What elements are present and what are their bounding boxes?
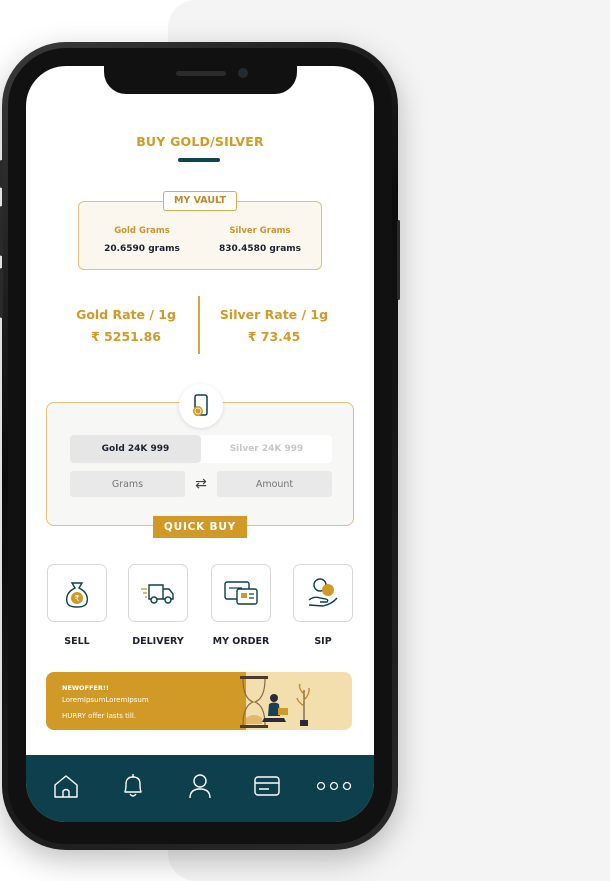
my-order-tile[interactable] bbox=[211, 564, 271, 622]
orders-icon bbox=[224, 581, 258, 605]
silver-rate: Silver Rate / 1g ₹ 73.45 bbox=[199, 307, 349, 344]
amount-input[interactable] bbox=[217, 471, 332, 497]
front-camera bbox=[238, 68, 248, 78]
page-title: BUY GOLD/SILVER bbox=[136, 134, 264, 149]
bell-icon[interactable] bbox=[113, 766, 153, 806]
silver-rate-label: Silver Rate / 1g bbox=[219, 307, 329, 322]
profile-icon[interactable] bbox=[180, 766, 220, 806]
gold-rate-value: ₹ 5251.86 bbox=[91, 329, 161, 344]
delivery-label: DELIVERY bbox=[132, 636, 184, 647]
quick-buy-button[interactable]: QUICK BUY bbox=[153, 516, 247, 538]
offer-title: NEWOFFER!! bbox=[62, 684, 109, 692]
phone-button bbox=[0, 268, 3, 318]
vault-card: Gold Grams 20.6590 grams Silver Grams 83… bbox=[78, 201, 322, 270]
svg-text:₹: ₹ bbox=[74, 594, 79, 603]
offer-subtitle: LoremIpsumLoremIpsum bbox=[62, 696, 149, 704]
my-order-label: MY ORDER bbox=[212, 636, 270, 647]
money-bag-rupee-icon: ₹ bbox=[65, 582, 89, 608]
phone-button bbox=[397, 220, 400, 300]
gold-grams-label: Gold Grams bbox=[114, 226, 170, 236]
hand-coins-icon bbox=[308, 578, 338, 607]
grams-input[interactable] bbox=[70, 471, 185, 497]
bottom-nav bbox=[26, 755, 374, 822]
speaker-grille bbox=[176, 71, 226, 76]
gold-rate: Gold Rate / 1g ₹ 5251.86 bbox=[51, 307, 201, 344]
swap-icon[interactable]: ⇄ bbox=[189, 476, 213, 492]
wallet-icon[interactable] bbox=[247, 766, 287, 806]
vault-silver: Silver Grams 830.4580 grams bbox=[205, 226, 315, 254]
hourglass-illustration bbox=[240, 676, 310, 728]
tab-gold[interactable]: Gold 24K 999 bbox=[70, 435, 201, 463]
more-icon[interactable] bbox=[314, 766, 354, 806]
gold-rate-label: Gold Rate / 1g bbox=[76, 307, 176, 322]
action-my-order[interactable]: MY ORDER bbox=[211, 564, 271, 647]
metal-tabs: Gold 24K 999 Silver 24K 999 bbox=[70, 435, 332, 463]
tab-silver[interactable]: Silver 24K 999 bbox=[201, 435, 332, 463]
silver-rate-value: ₹ 73.45 bbox=[247, 329, 301, 344]
offer-banner[interactable]: NEWOFFER!! LoremIpsumLoremIpsum HURRY of… bbox=[46, 672, 352, 730]
phone-button bbox=[0, 206, 3, 256]
delivery-tile[interactable] bbox=[128, 564, 188, 622]
sell-tile[interactable]: ₹ bbox=[47, 564, 107, 622]
phone-coin-icon bbox=[179, 384, 223, 428]
offer-note: HURRY offer lasts till. bbox=[62, 712, 136, 720]
action-sell[interactable]: ₹ SELL bbox=[47, 564, 107, 647]
sip-tile[interactable] bbox=[293, 564, 353, 622]
my-vault-tag: MY VAULT bbox=[163, 191, 237, 211]
sell-label: SELL bbox=[64, 636, 90, 647]
action-sip[interactable]: SIP bbox=[293, 564, 353, 647]
app-screen: BUY GOLD/SILVER Gold Grams 20.6590 grams… bbox=[26, 66, 374, 822]
action-delivery[interactable]: DELIVERY bbox=[128, 564, 188, 647]
delivery-truck-icon bbox=[141, 584, 174, 604]
home-icon[interactable] bbox=[46, 766, 86, 806]
gold-grams-value: 20.6590 grams bbox=[104, 244, 180, 254]
phone-button bbox=[0, 160, 3, 188]
silver-grams-value: 830.4580 grams bbox=[218, 244, 302, 254]
quick-buy-fields: ⇄ bbox=[70, 471, 332, 497]
phone-notch bbox=[104, 64, 297, 94]
sip-label: SIP bbox=[314, 636, 332, 647]
title-underline bbox=[178, 158, 220, 162]
vault-gold: Gold Grams 20.6590 grams bbox=[87, 226, 197, 254]
silver-grams-label: Silver Grams bbox=[229, 226, 291, 236]
